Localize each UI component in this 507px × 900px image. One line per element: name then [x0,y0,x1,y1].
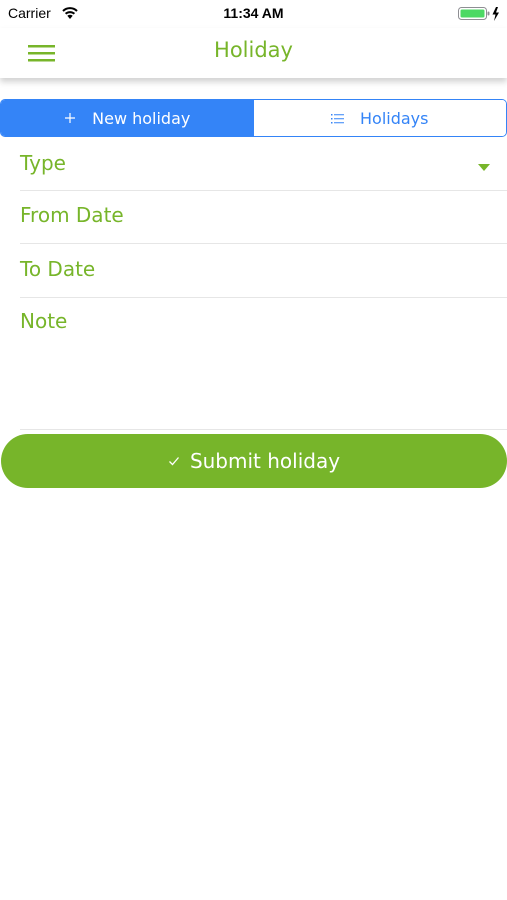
nav-bar: Holiday [0,28,507,78]
type-label: Type [20,151,66,175]
note-field[interactable]: Note [20,298,507,430]
type-select[interactable]: Type [20,140,507,191]
tab-new-holiday[interactable]: New holiday [1,100,254,136]
from-date-label: From Date [20,203,124,227]
tab-holidays-label: Holidays [360,108,429,128]
note-label: Note [20,309,68,333]
list-icon [331,113,344,124]
submit-holiday-label: Submit holiday [189,449,341,473]
checkmark-icon [168,456,180,466]
clock: 11:34 AM [223,5,284,21]
segmented-control: New holiday Holidays [0,99,507,137]
to-date-label: To Date [20,257,96,281]
submit-holiday-button[interactable]: Submit holiday [1,434,507,488]
plus-icon [64,112,76,124]
tab-new-holiday-label: New holiday [92,108,191,128]
to-date-field[interactable]: To Date [20,244,507,298]
tab-holidays[interactable]: Holidays [253,100,506,136]
from-date-field[interactable]: From Date [20,191,507,244]
chevron-down-icon [478,164,490,171]
status-bar: Carrier 11:34 AM [0,0,507,28]
battery-icon [458,6,502,26]
page-title: Holiday [214,38,293,62]
